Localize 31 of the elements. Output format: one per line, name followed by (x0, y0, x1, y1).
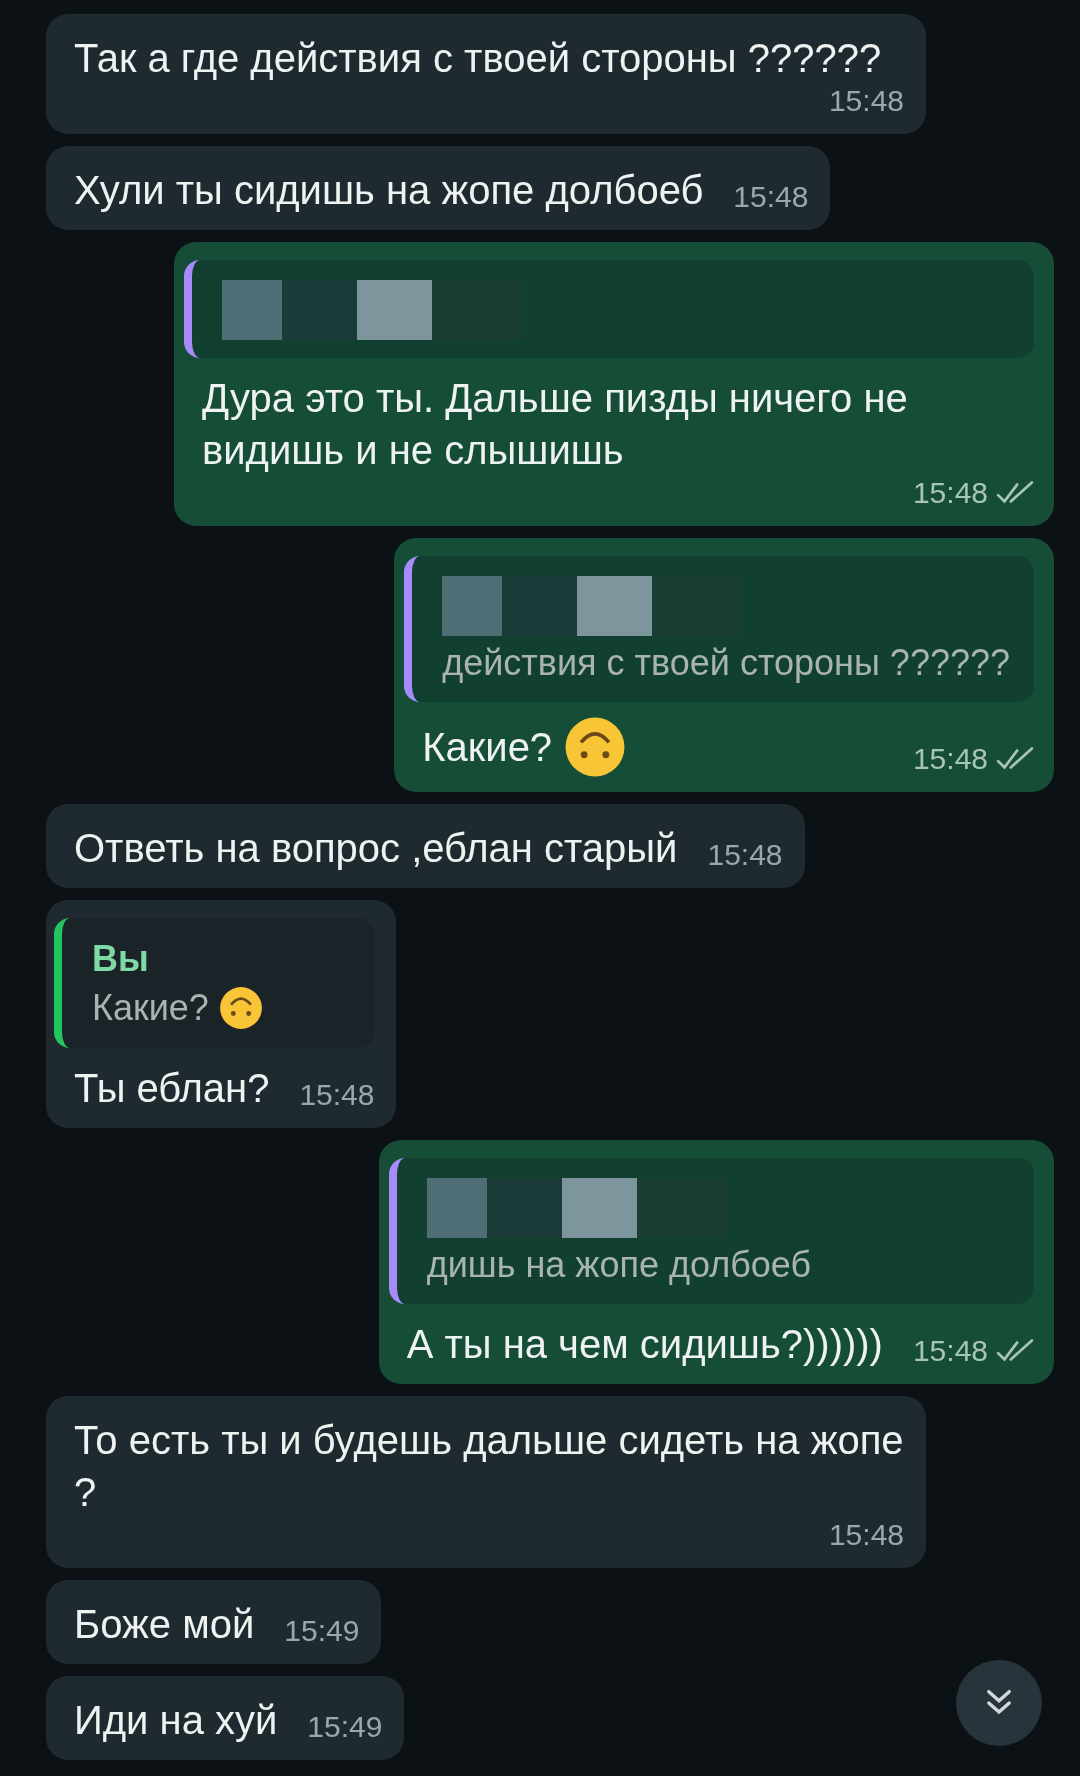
message-text: Дура это ты. Дальше пизды ничего не видишь и не слышишь (202, 375, 909, 474)
message-text: А ты на чем сидишь?)))))) (406, 1321, 883, 1368)
message-time: 15:49 (284, 1614, 360, 1648)
message-time: 15:48 (828, 1518, 904, 1552)
message-time: 15:48 (733, 180, 809, 214)
quoted-message[interactable]: дишь на жопе долбоеб (388, 1158, 1034, 1304)
message-text: Так а где действия с твоей стороны ?????? (74, 35, 882, 82)
message-time: 15:48 (912, 742, 988, 776)
quoted-message[interactable]: Вы Какие? (54, 918, 375, 1048)
message-time: 15:49 (307, 1710, 383, 1744)
message-text: Иди на хуй (74, 1697, 278, 1744)
double-check-icon (996, 1338, 1034, 1364)
message-text: Хули ты сидишь на жопе долбоеб (74, 167, 704, 214)
double-check-icon (996, 746, 1034, 772)
double-check-icon (996, 480, 1034, 506)
quoted-message[interactable]: действия с твоей стороны ?????? (404, 556, 1034, 702)
message-text: Боже мой (74, 1601, 255, 1648)
quote-text: Какие? (92, 987, 209, 1029)
quote-text: действия с твоей стороны ?????? (442, 642, 1010, 684)
message-text: То есть ты и будешь дальше сидеть на жопе ? (74, 1417, 904, 1516)
message-time: 15:48 (707, 838, 783, 872)
quoted-message[interactable] (184, 260, 1034, 358)
message-text: Какие? (422, 724, 553, 771)
message-text: Ответь на вопрос ,еблан старый (74, 825, 678, 872)
message-text: Ты еблан? (74, 1065, 270, 1112)
quote-text: дишь на жопе долбоеб (426, 1244, 812, 1286)
message-time: 15:48 (299, 1078, 375, 1112)
message-time: 15:48 (912, 1334, 988, 1368)
message-time: 15:48 (828, 84, 904, 118)
quote-author: Вы (92, 938, 150, 980)
message-time: 15:48 (912, 476, 988, 510)
